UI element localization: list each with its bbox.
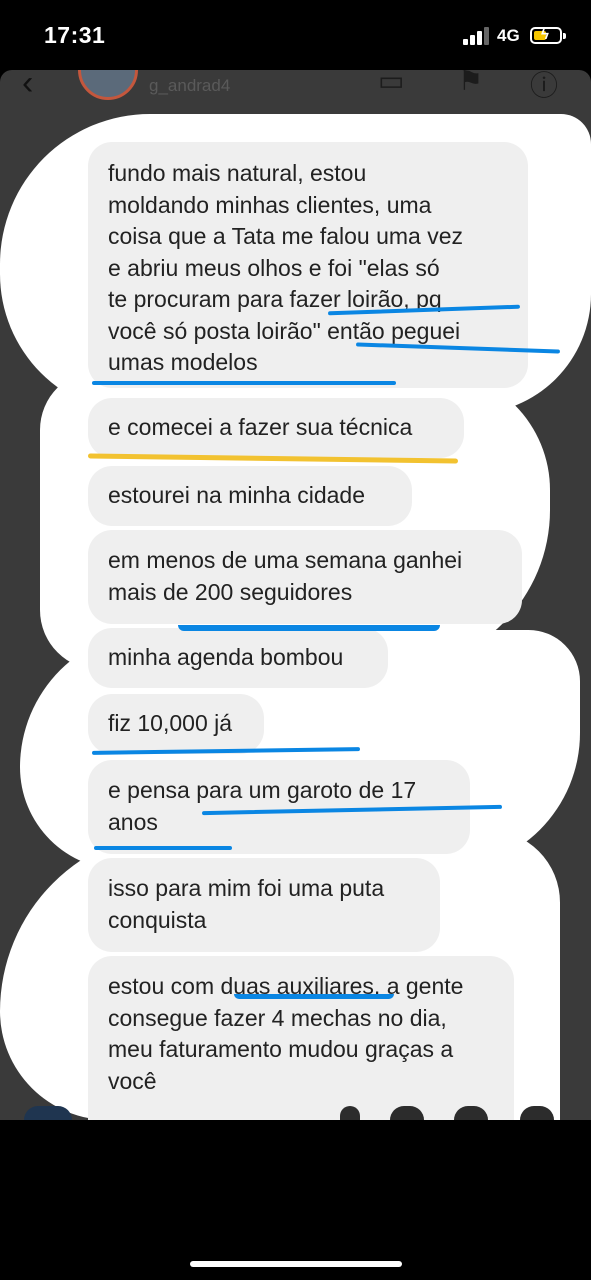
battery-cap bbox=[563, 33, 566, 39]
username[interactable]: g_andrad4 bbox=[149, 76, 230, 96]
annotation-underline bbox=[94, 846, 232, 850]
signal-icon bbox=[463, 27, 491, 45]
back-icon[interactable]: ‹ bbox=[22, 70, 33, 103]
message-bubble[interactable]: em menos de uma semana ganhei mais de 20… bbox=[88, 530, 522, 624]
chat-screen: ‹ g_andrad4 ▭ ⚑ ⓘ fundo mais natural, es… bbox=[0, 70, 591, 1120]
chat-header: ‹ g_andrad4 ▭ ⚑ ⓘ bbox=[0, 70, 591, 118]
video-call-icon[interactable]: ▭ bbox=[378, 70, 404, 97]
message-bubble[interactable]: fundo mais natural, estou moldando minha… bbox=[88, 142, 528, 388]
status-bar: 17:31 4G ϟ bbox=[0, 0, 591, 70]
avatar[interactable] bbox=[78, 70, 138, 100]
message-bubble[interactable]: minha agenda bombou bbox=[88, 628, 388, 688]
flag-icon[interactable]: ⚑ bbox=[458, 70, 483, 97]
network-type: 4G bbox=[497, 26, 520, 45]
battery-icon: ϟ bbox=[530, 26, 562, 44]
home-indicator[interactable] bbox=[190, 1261, 402, 1267]
bottom-area bbox=[0, 1120, 591, 1280]
message-bubble[interactable]: estourei na minha cidade bbox=[88, 466, 412, 526]
message-bubble[interactable]: fiz 10,000 já bbox=[88, 694, 264, 754]
message-bubble[interactable]: isso para mim foi uma puta conquista bbox=[88, 858, 440, 952]
camera-icon[interactable] bbox=[24, 1106, 72, 1120]
info-icon[interactable]: ⓘ bbox=[530, 70, 558, 104]
phone-screen: 17:31 4G ϟ ‹ g_andrad4 ▭ ⚑ ⓘ fundo mais … bbox=[0, 0, 591, 1280]
message-bubble[interactable]: estou com duas auxiliares, a gente conse… bbox=[88, 956, 514, 1120]
status-time: 17:31 bbox=[44, 22, 106, 48]
message-bubble[interactable]: e comecei a fazer sua técnica bbox=[88, 398, 464, 458]
annotation-underline bbox=[234, 994, 394, 999]
annotation-underline bbox=[178, 625, 440, 631]
annotation-underline bbox=[92, 381, 396, 385]
mic-icon[interactable] bbox=[340, 1106, 360, 1120]
